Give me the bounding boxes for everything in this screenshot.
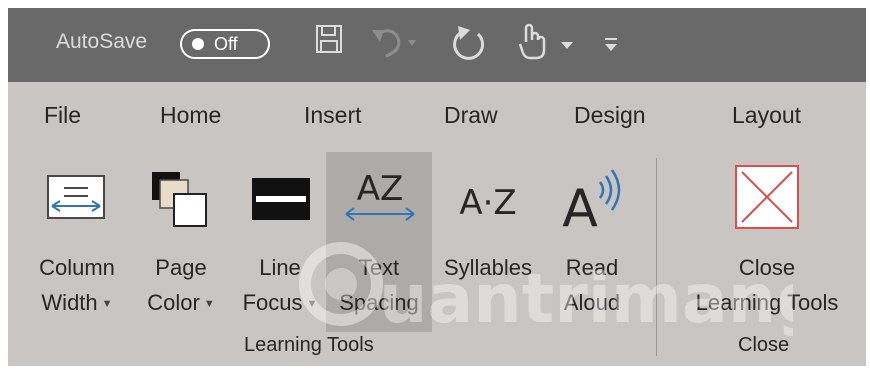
ribbon-tabs: File Home Insert Draw Design Layout <box>8 82 866 152</box>
tab-layout[interactable]: Layout <box>732 102 801 129</box>
group-label-close: Close <box>738 334 790 356</box>
close-learning-tools-label: Close Learning Tools <box>695 255 839 315</box>
tab-file[interactable]: File <box>44 102 81 129</box>
syllables-button[interactable]: A·Z Syllables <box>434 152 542 332</box>
undo-icon[interactable] <box>368 22 420 67</box>
autosave-toggle-state: Off <box>214 34 238 54</box>
line-focus-icon <box>244 166 316 233</box>
page-color-icon <box>144 166 216 237</box>
touch-mode-icon[interactable] <box>516 22 548 67</box>
read-aloud-button[interactable]: A Read Aloud <box>544 152 640 332</box>
tab-home[interactable]: Home <box>160 102 221 129</box>
svg-text:A: A <box>562 179 598 236</box>
svg-text:A·Z: A·Z <box>459 183 516 223</box>
column-width-icon <box>42 166 110 233</box>
close-learning-tools-button[interactable]: Close Learning Tools <box>676 152 858 332</box>
touch-mode-dropdown-icon[interactable] <box>560 38 574 56</box>
save-icon[interactable] <box>314 22 344 61</box>
word-ribbon-window: AutoSave Off File Home Insert Draw Desig… <box>8 8 866 366</box>
autosave-label: AutoSave <box>56 30 148 53</box>
redo-icon[interactable] <box>448 22 488 67</box>
text-spacing-button[interactable]: AZ Text Spacing <box>326 152 432 332</box>
read-aloud-icon: A <box>556 166 628 241</box>
group-label-learning-tools: Learning Tools <box>244 334 374 356</box>
tab-insert[interactable]: Insert <box>304 102 362 129</box>
toggle-knob <box>192 38 204 50</box>
text-spacing-label: Text Spacing <box>339 255 419 315</box>
syllables-icon: A·Z <box>452 166 524 237</box>
tab-design[interactable]: Design <box>574 102 646 129</box>
group-separator <box>656 158 657 356</box>
page-color-button[interactable]: Page Color ▼ <box>134 152 228 332</box>
autosave-toggle[interactable]: Off <box>180 29 270 59</box>
line-focus-button[interactable]: Line Focus ▼ <box>230 152 330 332</box>
read-aloud-label: Read Aloud <box>563 255 621 315</box>
page-color-label: Page Color ▼ <box>147 255 215 315</box>
column-width-label: Column Width ▼ <box>39 255 115 315</box>
column-width-button[interactable]: Column Width ▼ <box>22 152 132 332</box>
tab-draw[interactable]: Draw <box>444 102 498 129</box>
syllables-label: Syllables <box>443 255 533 280</box>
line-focus-label: Line Focus ▼ <box>242 255 318 315</box>
customize-toolbar-icon[interactable] <box>604 36 618 59</box>
close-red-x-icon <box>732 162 802 237</box>
quick-access-toolbar: AutoSave Off <box>8 8 866 82</box>
svg-text:AZ: AZ <box>357 169 404 209</box>
text-spacing-icon: AZ <box>340 166 420 237</box>
